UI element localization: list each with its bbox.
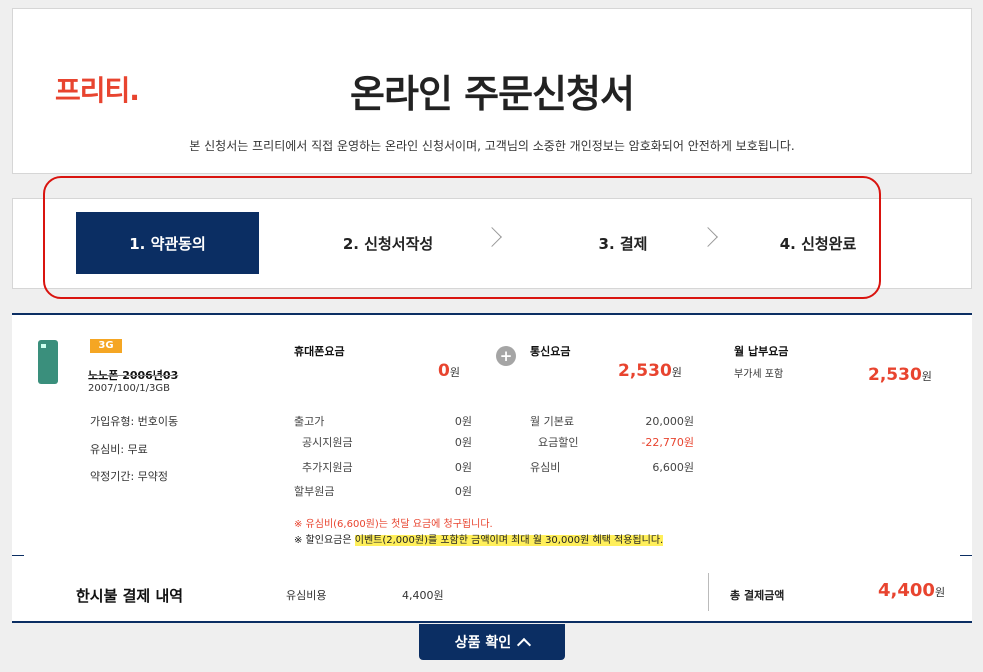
plan-detail-label: 월 기본료 bbox=[530, 415, 574, 428]
summary-item-label: 유심비용 bbox=[286, 589, 327, 602]
one-time-payment-label: 한시불 결제 내역 bbox=[76, 587, 184, 605]
discount-notice-prefix: ※ 할인요금은 bbox=[294, 535, 355, 546]
total-payment-unit: 원 bbox=[934, 586, 946, 599]
page-title: 온라인 주문신청서 bbox=[350, 72, 635, 116]
plan-detail-value: 20,000원 bbox=[645, 415, 694, 428]
product-spec: 2007/100/1/3GB bbox=[88, 383, 170, 394]
device-detail-value: 0원 bbox=[454, 436, 472, 449]
plan-fee-unit: 원 bbox=[671, 366, 682, 379]
monthly-fee-header: 월 납부요금 bbox=[734, 345, 789, 358]
page-subtitle: 본 신청서는 프리티에서 직접 운영하는 온라인 신청서이며, 고객님의 소중한… bbox=[189, 139, 795, 153]
product-confirm-label: 상품 확인 bbox=[454, 635, 512, 651]
monthly-fee-vat-note: 부가세 포함 bbox=[734, 369, 784, 380]
divider bbox=[708, 573, 709, 611]
device-fee-header: 휴대폰요금 bbox=[294, 345, 345, 358]
plan-detail-value-discount: -22,770원 bbox=[641, 436, 694, 449]
device-detail-label: 출고가 bbox=[294, 415, 325, 428]
monthly-fee-total: 2,530원 bbox=[868, 365, 932, 385]
plan-detail-label: 요금할인 bbox=[538, 436, 579, 449]
device-detail-value: 0원 bbox=[454, 485, 472, 498]
device-fee-value: 0 bbox=[438, 361, 450, 381]
plus-icon: + bbox=[496, 346, 516, 366]
product-join-type: 가입유형: 번호이동 bbox=[90, 415, 179, 428]
product-name: 노노폰 2006년03 bbox=[88, 369, 179, 382]
product-contract: 약정기간: 무약정 bbox=[90, 470, 169, 483]
product-usim-fee: 유심비: 무료 bbox=[90, 443, 148, 456]
chevron-up-icon bbox=[517, 637, 532, 652]
total-payment-value: 4,400 bbox=[878, 580, 935, 601]
monthly-fee-value: 2,530 bbox=[868, 365, 922, 385]
product-summary: 3G 노노폰 2006년03 2007/100/1/3GB 가입유형: 번호이동… bbox=[12, 313, 972, 623]
total-payment-label: 총 결제금액 bbox=[730, 589, 785, 602]
plan-detail-label: 유심비 bbox=[530, 461, 561, 474]
discount-notice-highlight: 이벤트(2,000원)를 포함한 금액이며 최대 월 30,000원 혜택 적용… bbox=[354, 535, 664, 546]
summary-item-value: 4,400원 bbox=[402, 589, 444, 602]
phone-thumbnail bbox=[38, 340, 58, 384]
plan-fee-total: 2,530원 bbox=[618, 361, 682, 381]
device-fee-unit: 원 bbox=[449, 366, 460, 379]
device-detail-label: 공시지원금 bbox=[302, 436, 353, 449]
discount-notice: ※ 할인요금은 이벤트(2,000원)를 포함한 금액이며 최대 월 30,00… bbox=[294, 531, 664, 546]
device-detail-label: 추가지원금 bbox=[302, 461, 353, 474]
product-confirm-button[interactable]: 상품 확인 bbox=[419, 624, 565, 660]
divider bbox=[12, 555, 24, 556]
network-badge: 3G bbox=[90, 339, 122, 353]
device-detail-label: 할부원금 bbox=[294, 485, 335, 498]
plan-fee-header: 통신요금 bbox=[530, 345, 571, 358]
header-card: 프리티. 온라인 주문신청서 본 신청서는 프리티에서 직접 운영하는 온라인 … bbox=[12, 8, 972, 174]
plan-detail-value: 6,600원 bbox=[652, 461, 694, 474]
device-detail-value: 0원 bbox=[454, 415, 472, 428]
usim-fee-notice: ※ 유심비(6,600원)는 첫달 요금에 청구됩니다. bbox=[294, 519, 493, 530]
plan-fee-value: 2,530 bbox=[618, 361, 672, 381]
device-fee-total: 0원 bbox=[438, 361, 460, 381]
device-detail-value: 0원 bbox=[454, 461, 472, 474]
step-highlight-annotation bbox=[43, 176, 881, 299]
divider bbox=[960, 555, 972, 556]
monthly-fee-unit: 원 bbox=[921, 370, 932, 383]
total-payment-amount: 4,400원 bbox=[878, 580, 945, 601]
